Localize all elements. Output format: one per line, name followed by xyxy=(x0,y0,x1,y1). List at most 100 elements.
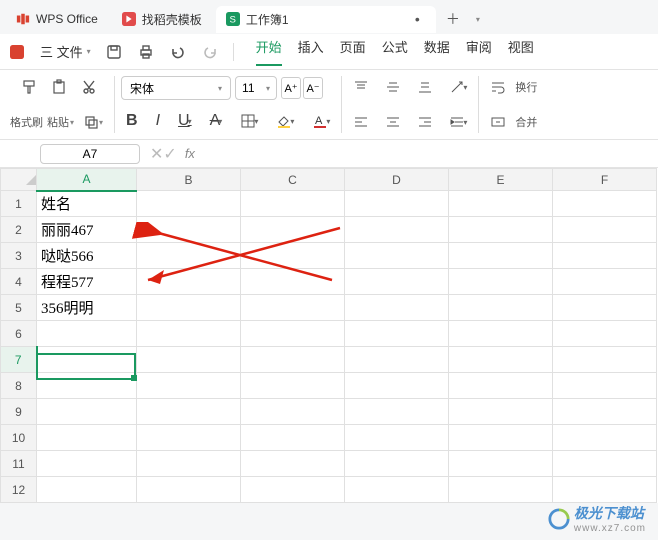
align-right-button[interactable] xyxy=(412,111,438,133)
row-header[interactable]: 2 xyxy=(1,217,37,243)
save-icon[interactable] xyxy=(105,43,123,61)
cell[interactable] xyxy=(345,191,449,217)
orientation-button[interactable]: ▾ xyxy=(444,76,472,98)
cell[interactable] xyxy=(137,451,241,477)
new-tab-button[interactable]: ＋ xyxy=(440,9,466,29)
ribbon-tab-view[interactable]: 视图 xyxy=(508,37,534,66)
italic-button[interactable]: I xyxy=(151,109,165,133)
cell[interactable] xyxy=(241,269,345,295)
cell[interactable] xyxy=(241,347,345,373)
cell[interactable] xyxy=(137,217,241,243)
cell[interactable] xyxy=(345,373,449,399)
copy-button[interactable]: ▾ xyxy=(78,111,108,133)
cell-A2[interactable]: 丽丽467 xyxy=(37,217,137,243)
cell[interactable] xyxy=(449,373,553,399)
cell[interactable] xyxy=(553,243,657,269)
cell[interactable] xyxy=(137,477,241,503)
underline-button[interactable]: U▾ xyxy=(173,109,197,133)
shrink-font-button[interactable]: A⁻ xyxy=(303,77,323,99)
cell[interactable] xyxy=(449,425,553,451)
col-header-E[interactable]: E xyxy=(449,169,553,191)
cell[interactable] xyxy=(553,477,657,503)
cell[interactable] xyxy=(241,321,345,347)
row-header[interactable]: 10 xyxy=(1,425,37,451)
cell[interactable] xyxy=(241,425,345,451)
merge-cells-button[interactable] xyxy=(485,111,511,133)
bold-button[interactable]: B xyxy=(121,109,143,133)
cell[interactable] xyxy=(241,451,345,477)
row-header[interactable]: 12 xyxy=(1,477,37,503)
cell[interactable] xyxy=(553,425,657,451)
cut-button[interactable] xyxy=(76,76,102,98)
undo-icon[interactable] xyxy=(169,43,187,61)
cell[interactable] xyxy=(345,451,449,477)
row-header[interactable]: 3 xyxy=(1,243,37,269)
name-box[interactable]: A7 xyxy=(40,144,140,164)
row-header[interactable]: 4 xyxy=(1,269,37,295)
cell[interactable] xyxy=(37,477,137,503)
cell[interactable] xyxy=(241,191,345,217)
cell[interactable] xyxy=(553,399,657,425)
cell-A7[interactable] xyxy=(37,347,137,373)
cell[interactable] xyxy=(449,269,553,295)
cell[interactable] xyxy=(449,243,553,269)
tab-template[interactable]: 找稻壳模板 xyxy=(112,6,212,33)
select-all-corner[interactable] xyxy=(1,169,37,191)
cell[interactable] xyxy=(137,295,241,321)
cell[interactable] xyxy=(449,321,553,347)
cell[interactable] xyxy=(345,321,449,347)
cell[interactable] xyxy=(449,399,553,425)
cell[interactable] xyxy=(241,243,345,269)
col-header-C[interactable]: C xyxy=(241,169,345,191)
app-menu-icon[interactable] xyxy=(8,43,26,61)
cell[interactable] xyxy=(449,477,553,503)
cell[interactable] xyxy=(241,399,345,425)
cell[interactable] xyxy=(345,217,449,243)
cell[interactable] xyxy=(137,425,241,451)
confirm-icon[interactable]: ✓ xyxy=(163,144,176,164)
wrap-text-button[interactable] xyxy=(485,76,511,98)
row-header[interactable]: 9 xyxy=(1,399,37,425)
align-left-button[interactable] xyxy=(348,111,374,133)
cell[interactable] xyxy=(553,191,657,217)
ribbon-tab-formula[interactable]: 公式 xyxy=(382,37,408,66)
font-color-button[interactable]: A▾ xyxy=(307,110,335,132)
cell-A3[interactable]: 哒哒566 xyxy=(37,243,137,269)
cell[interactable] xyxy=(553,295,657,321)
cell[interactable] xyxy=(345,295,449,321)
grow-font-button[interactable]: A⁺ xyxy=(281,77,301,99)
cell[interactable] xyxy=(137,269,241,295)
cell[interactable] xyxy=(553,217,657,243)
cell[interactable] xyxy=(137,347,241,373)
tab-overflow-icon[interactable]: ▾ xyxy=(470,15,486,24)
row-header[interactable]: 5 xyxy=(1,295,37,321)
paste-label[interactable]: 粘贴▾ xyxy=(47,114,74,130)
ribbon-tab-data[interactable]: 数据 xyxy=(424,37,450,66)
format-brush-button[interactable] xyxy=(16,76,42,98)
cell[interactable] xyxy=(37,373,137,399)
row-header[interactable]: 6 xyxy=(1,321,37,347)
align-bottom-button[interactable] xyxy=(412,76,438,98)
row-header[interactable]: 8 xyxy=(1,373,37,399)
strike-button[interactable]: A▾ xyxy=(205,109,228,133)
align-middle-button[interactable] xyxy=(380,76,406,98)
ribbon-tab-insert[interactable]: 插入 xyxy=(298,37,324,66)
cell-A5[interactable]: 356明明 xyxy=(37,295,137,321)
cell[interactable] xyxy=(553,269,657,295)
cell[interactable] xyxy=(37,321,137,347)
cell-A4[interactable]: 程程577 xyxy=(37,269,137,295)
cell[interactable] xyxy=(241,373,345,399)
cell[interactable] xyxy=(137,399,241,425)
cell[interactable] xyxy=(449,217,553,243)
formula-input[interactable] xyxy=(203,140,658,167)
cell[interactable] xyxy=(449,347,553,373)
cell[interactable] xyxy=(241,217,345,243)
ribbon-tab-start[interactable]: 开始 xyxy=(256,37,282,66)
cell[interactable] xyxy=(553,347,657,373)
row-header[interactable]: 11 xyxy=(1,451,37,477)
redo-icon[interactable] xyxy=(201,43,219,61)
border-button[interactable]: ▾ xyxy=(235,110,263,132)
cell[interactable] xyxy=(345,243,449,269)
col-header-D[interactable]: D xyxy=(345,169,449,191)
col-header-F[interactable]: F xyxy=(553,169,657,191)
